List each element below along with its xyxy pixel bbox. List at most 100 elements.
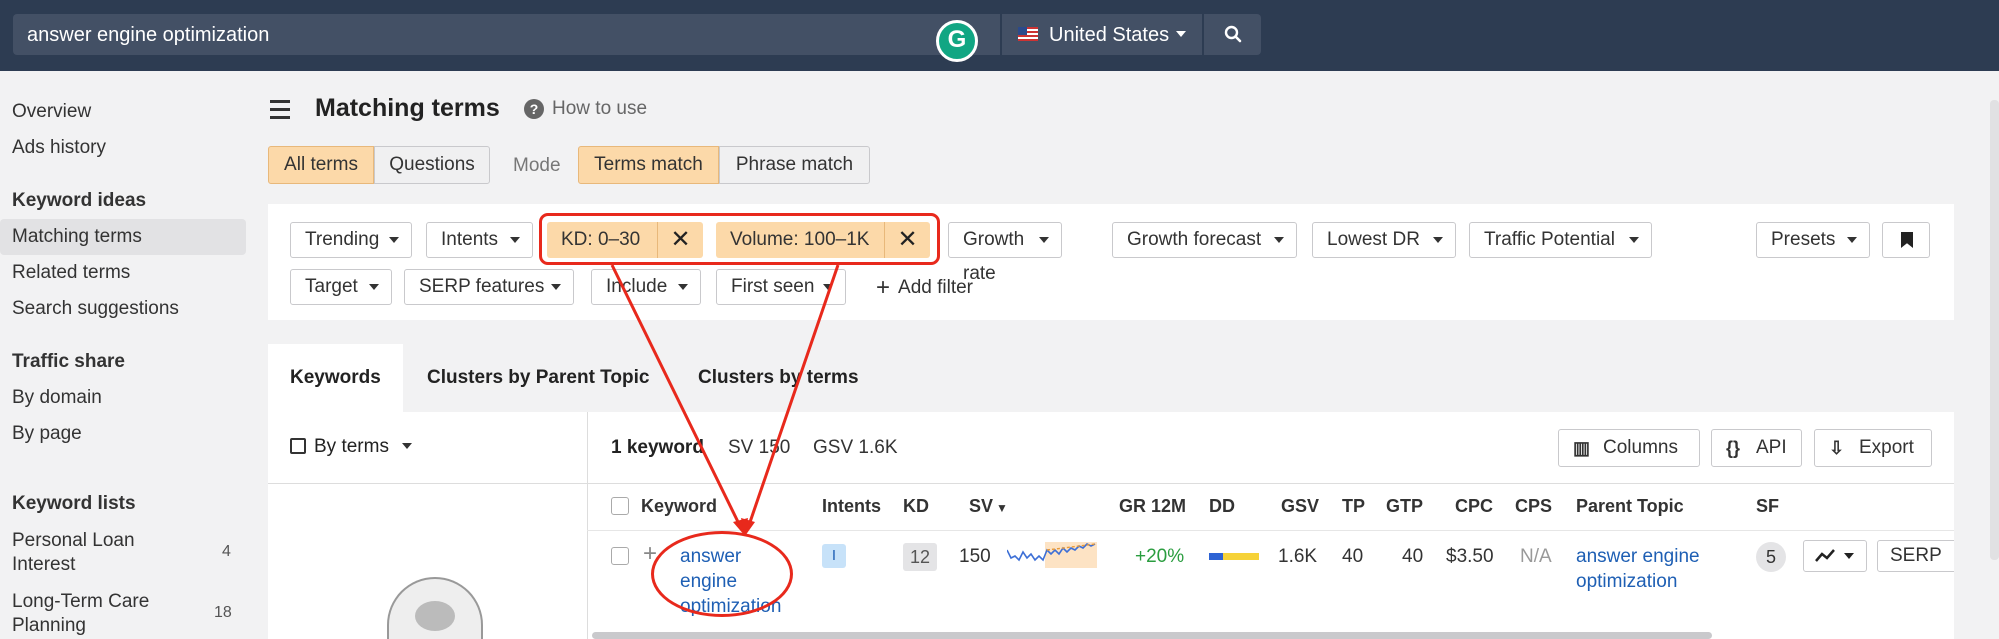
list-count: 18 (214, 604, 232, 621)
results-content (268, 412, 1954, 639)
plus-icon: + (876, 274, 891, 301)
sidebar-list-personal-loan[interactable]: Personal Loan Interest (12, 529, 135, 577)
chevron-down-icon (678, 284, 688, 290)
growth-rate-filter[interactable]: Growth rate (948, 222, 1062, 284)
chevron-down-icon (551, 284, 561, 290)
grammarly-icon[interactable]: G (936, 20, 978, 62)
country-label: United States (1049, 24, 1170, 46)
parent-topic-link[interactable]: answer engine optimization (1576, 544, 1700, 594)
col-kd[interactable]: KD (903, 496, 929, 517)
annotation-highlight-box (539, 213, 940, 265)
search-button[interactable] (1204, 14, 1261, 55)
col-gtp[interactable]: GTP (1386, 496, 1423, 517)
country-select[interactable]: United States (1002, 14, 1202, 55)
help-icon[interactable]: ? (524, 99, 544, 119)
col-sf[interactable]: SF (1756, 496, 1779, 517)
first-seen-filter[interactable]: First seen (716, 269, 846, 305)
first-seen-filter-label: First seen (731, 276, 815, 297)
trend-chart-button[interactable] (1803, 540, 1867, 572)
trend-line-icon (1815, 549, 1854, 562)
intents-filter[interactable]: Intents (426, 222, 533, 258)
sidebar-list-long-term-care[interactable]: Long-Term Care Planning (12, 590, 149, 638)
tp-value: 40 (1342, 546, 1364, 567)
traffic-potential-filter-label: Traffic Potential (1484, 229, 1615, 250)
by-terms-label: By terms (314, 436, 389, 457)
traffic-potential-filter[interactable]: Traffic Potential (1469, 222, 1652, 258)
growth-forecast-filter[interactable]: Growth forecast (1112, 222, 1297, 258)
col-intents[interactable]: Intents (822, 496, 881, 517)
sidebar-item-related-terms[interactable]: Related terms (12, 262, 130, 284)
target-filter[interactable]: Target (290, 269, 392, 305)
col-sv-label: SV (969, 496, 994, 516)
list-name-line2: Planning (12, 615, 86, 636)
dd-bar (1209, 553, 1259, 560)
chevron-down-icon (1274, 237, 1284, 243)
sidebar-heading-keyword-ideas: Keyword ideas (12, 190, 147, 211)
sidebar-item-matching-terms[interactable]: Matching terms (12, 226, 142, 248)
col-cps[interactable]: CPS (1515, 496, 1552, 517)
chevron-down-icon (369, 284, 379, 290)
tab-keywords[interactable]: Keywords (268, 344, 403, 412)
parent-topic-line1: answer engine (1576, 546, 1700, 567)
total-gsv: GSV 1.6K (813, 437, 898, 458)
keyword-count: 1 keyword (611, 437, 704, 458)
download-icon: ⇩ (1829, 438, 1845, 458)
trending-filter[interactable]: Trending (290, 222, 412, 258)
serp-button[interactable]: SERP (1877, 540, 1957, 572)
include-filter[interactable]: Include (591, 269, 701, 305)
growth-value: +20% (1135, 546, 1185, 567)
chevron-down-icon (823, 284, 833, 290)
growth-forecast-filter-label: Growth forecast (1127, 229, 1262, 250)
kd-badge: 12 (903, 543, 937, 571)
sidebar-item-by-domain[interactable]: By domain (12, 387, 102, 409)
terms-match-toggle[interactable]: Terms match (578, 146, 719, 184)
divider (587, 412, 588, 639)
export-label: Export (1859, 437, 1914, 458)
col-parent-topic[interactable]: Parent Topic (1576, 496, 1684, 517)
row-checkbox[interactable] (611, 547, 629, 565)
columns-button[interactable]: ▥ Columns (1558, 429, 1700, 467)
add-filter-button[interactable]: + Add filter (876, 274, 973, 302)
col-tp[interactable]: TP (1342, 496, 1365, 517)
all-terms-toggle[interactable]: All terms (268, 146, 374, 184)
select-all-checkbox[interactable] (611, 497, 629, 515)
gtp-value: 40 (1402, 546, 1424, 567)
presets-label: Presets (1771, 229, 1836, 250)
serp-features-filter[interactable]: SERP features (404, 269, 574, 305)
by-terms-dropdown[interactable]: By terms (290, 436, 413, 458)
add-filter-label: Add filter (898, 277, 973, 298)
top-bar: answer engine optimization G United Stat… (0, 0, 1999, 71)
phrase-match-toggle[interactable]: Phrase match (719, 146, 870, 184)
tab-clusters-parent-topic[interactable]: Clusters by Parent Topic (405, 344, 671, 412)
how-to-use-link[interactable]: How to use (552, 98, 647, 120)
hamburger-menu-icon[interactable] (270, 100, 290, 124)
api-button[interactable]: {} API (1711, 429, 1802, 467)
target-filter-label: Target (305, 276, 358, 297)
questions-toggle[interactable]: Questions (374, 146, 490, 184)
tab-clusters-terms[interactable]: Clusters by terms (676, 344, 881, 412)
col-cpc[interactable]: CPC (1455, 496, 1493, 517)
col-gsv[interactable]: GSV (1281, 496, 1319, 517)
sidebar-item-overview[interactable]: Overview (12, 101, 91, 123)
lowest-dr-filter[interactable]: Lowest DR (1312, 222, 1456, 258)
intents-filter-label: Intents (441, 229, 499, 250)
chevron-down-icon (1433, 237, 1443, 243)
sv-trend-sparkline (1007, 542, 1097, 568)
sidebar-item-search-suggestions[interactable]: Search suggestions (12, 298, 179, 320)
bookmark-icon[interactable] (1882, 222, 1930, 258)
sidebar-heading-traffic-share: Traffic share (12, 351, 125, 372)
col-sv[interactable]: SV ▼ (969, 496, 1008, 517)
col-dd[interactable]: DD (1209, 496, 1235, 517)
vertical-scrollbar[interactable] (1990, 100, 1999, 560)
sidebar-item-by-page[interactable]: By page (12, 423, 82, 445)
col-gr-12m[interactable]: GR 12M (1119, 496, 1186, 517)
divider (587, 483, 1954, 484)
export-button[interactable]: ⇩ Export (1814, 429, 1932, 467)
col-keyword[interactable]: Keyword (641, 496, 717, 517)
horizontal-scrollbar[interactable] (592, 632, 1712, 639)
sidebar-item-ads-history[interactable]: Ads history (12, 137, 106, 159)
presets-dropdown[interactable]: Presets (1756, 222, 1870, 258)
search-query-text: answer engine optimization (27, 24, 270, 46)
keyword-search-input[interactable]: answer engine optimization (13, 14, 1000, 55)
page-title: Matching terms (315, 94, 500, 122)
